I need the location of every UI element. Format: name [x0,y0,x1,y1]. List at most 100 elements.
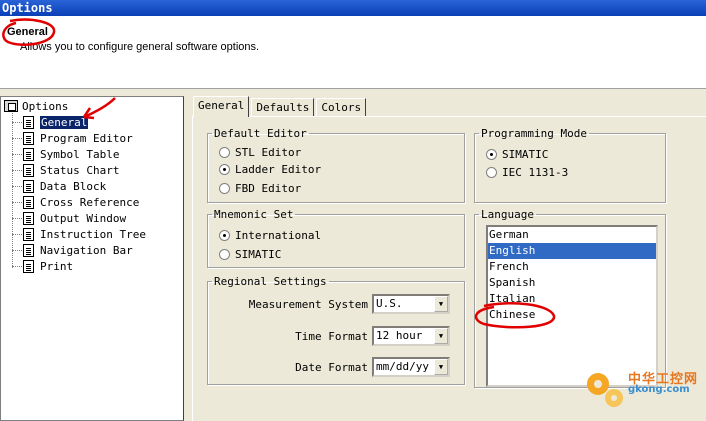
tree-connector [12,169,22,171]
tree-connector [12,137,22,139]
tree-connector [12,233,22,235]
options-tree[interactable]: Options General Program Editor Symbol Ta… [0,96,184,421]
document-icon [23,227,34,241]
chevron-down-icon[interactable]: ▼ [434,296,448,312]
document-icon [23,243,34,257]
document-icon [23,195,34,209]
tree-connector [12,217,22,219]
language-option-german[interactable]: German [488,227,656,243]
radio-label: Ladder Editor [235,163,322,176]
radio-label: FBD Editor [235,182,302,195]
document-icon [23,259,34,273]
window-title: Options [2,1,53,15]
page-header: General Allows you to configure general … [0,16,706,89]
tree-item-label: Output Window [40,211,127,225]
language-option-spanish[interactable]: Spanish [488,275,656,291]
document-icon [23,147,34,161]
radio-simatic-mnemonic[interactable]: SIMATIC [219,248,281,261]
options-folder-icon [4,100,18,112]
tree-connector [12,265,22,267]
tree-item-instruction-tree[interactable]: Instruction Tree [12,226,146,242]
document-icon [23,115,34,129]
date-format-select[interactable]: mm/dd/yy ▼ [372,357,450,377]
tree-item-label: Cross Reference [40,195,140,209]
programming-mode-group: Programming Mode [474,127,666,203]
tree-item-cross-reference[interactable]: Cross Reference [12,194,139,210]
combo-value: U.S. [376,297,403,310]
tree-connector [12,249,22,251]
document-icon [23,179,34,193]
language-option-italian[interactable]: Italian [488,291,656,307]
radio-stl-editor[interactable]: STL Editor [219,146,301,159]
radio-international[interactable]: International [219,229,321,242]
radio-ladder-editor[interactable]: Ladder Editor [219,163,321,176]
radio-indicator [486,167,497,178]
gear-icon [587,373,623,407]
tree-connector [12,121,22,123]
group-legend: Programming Mode [481,127,587,140]
radio-indicator [219,183,230,194]
tree-root-label: Options [22,99,69,113]
tree-item-general[interactable]: General [12,114,90,130]
language-option-chinese[interactable]: Chinese [488,307,656,323]
tree-connector [12,185,22,187]
tab-defaults[interactable]: Defaults [251,98,315,116]
combo-value: 12 hour [376,329,423,342]
chevron-down-icon[interactable]: ▼ [434,359,448,375]
radio-fbd-editor[interactable]: FBD Editor [219,182,301,195]
group-legend: Mnemonic Set [214,208,294,221]
radio-indicator [219,249,230,260]
tree-item-symbol-table[interactable]: Symbol Table [12,146,119,162]
language-option-french[interactable]: French [488,259,656,275]
date-format-label: Date Format [295,360,368,374]
tab-general[interactable]: General [193,96,250,117]
date-format-row: Date Format mm/dd/yy ▼ [213,357,450,377]
page-title: General [7,26,48,38]
radio-simatic-mode[interactable]: SIMATIC [486,148,548,161]
radio-label: SIMATIC [235,248,282,261]
tree-item-status-chart[interactable]: Status Chart [12,162,119,178]
measurement-system-select[interactable]: U.S. ▼ [372,294,450,314]
tree-item-label: Instruction Tree [40,227,146,241]
tree-item-label: Data Block [40,179,107,193]
measurement-system-row: Measurement System U.S. ▼ [213,294,450,314]
tab-strip: General Defaults Colors [193,96,368,117]
time-format-row: Time Format 12 hour ▼ [213,326,450,346]
chevron-down-icon[interactable]: ▼ [434,328,448,344]
tree-item-label: Symbol Table [40,147,120,161]
document-icon [23,163,34,177]
radio-label: IEC 1131-3 [502,166,569,179]
tree-item-print[interactable]: Print [12,258,73,274]
watermark-logo: 中华工控网 gkong.com [578,362,706,421]
page-description: Allows you to configure general software… [20,41,260,53]
radio-indicator [219,147,230,158]
tree-item-label: Navigation Bar [40,243,133,257]
group-legend: Language [481,208,534,221]
group-legend: Default Editor [214,127,307,140]
tree-item-data-block[interactable]: Data Block [12,178,106,194]
radio-iec-1131-3[interactable]: IEC 1131-3 [486,166,568,179]
time-format-select[interactable]: 12 hour ▼ [372,326,450,346]
combo-value: mm/dd/yy [376,360,429,373]
radio-label: STL Editor [235,146,302,159]
tree-root[interactable]: Options [4,99,68,113]
radio-label: SIMATIC [502,148,549,161]
tree-item-output-window[interactable]: Output Window [12,210,126,226]
radio-indicator [486,149,497,160]
time-format-label: Time Format [295,329,368,343]
language-option-english[interactable]: English [488,243,656,259]
tab-colors[interactable]: Colors [316,98,367,116]
tree-item-label: Status Chart [40,163,120,177]
tree-connector [12,153,22,155]
tree-item-label: General [38,114,90,130]
radio-label: International [235,229,322,242]
document-icon [23,211,34,225]
watermark-url: gkong.com [628,384,690,395]
radio-indicator [219,164,230,175]
window-title-bar: Options [0,0,706,16]
document-icon [23,131,34,145]
tree-item-program-editor[interactable]: Program Editor [12,130,133,146]
tree-item-navigation-bar[interactable]: Navigation Bar [12,242,133,258]
group-legend: Regional Settings [214,275,327,288]
tree-connector [12,201,22,203]
